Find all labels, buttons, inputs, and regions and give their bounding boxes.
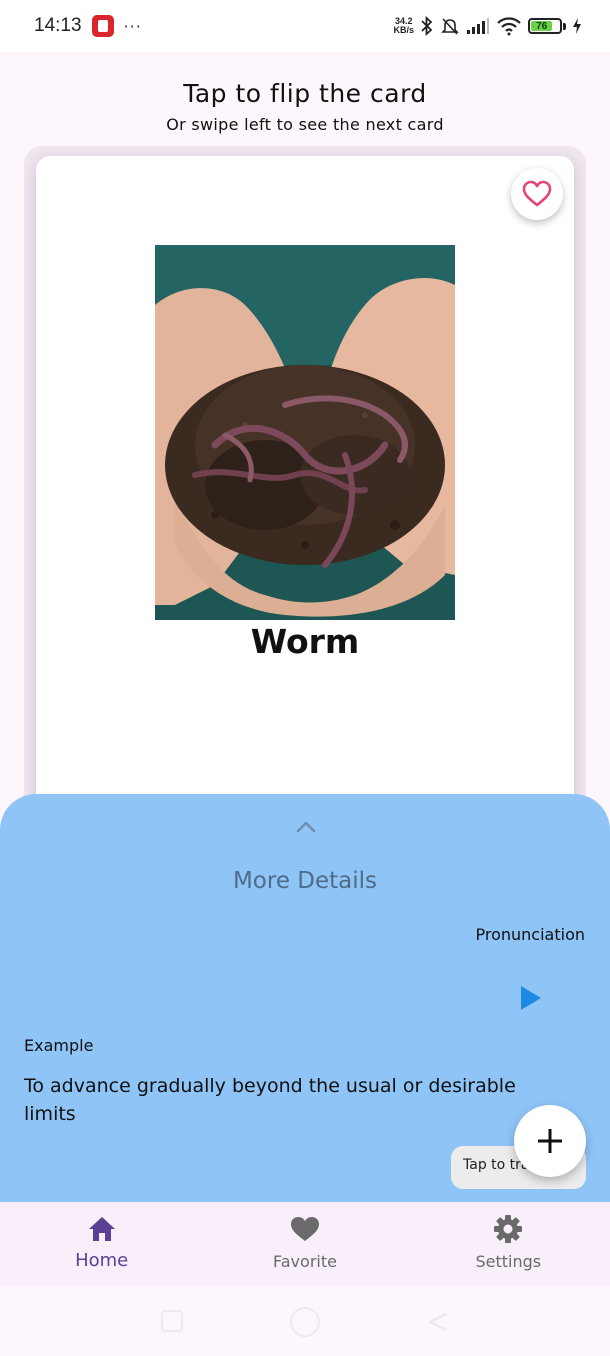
page-title: Tap to flip the card — [183, 79, 427, 108]
example-text: To advance gradually beyond the usual or… — [24, 1075, 516, 1125]
status-time: 14:13 — [34, 15, 82, 36]
bottom-navigation: Home Favorite Settings — [0, 1202, 610, 1286]
favorite-button[interactable] — [511, 168, 563, 220]
network-speed-unit: KB/s — [393, 25, 414, 35]
card-image — [155, 245, 455, 620]
pronunciation-label: Pronunciation — [475, 925, 586, 944]
page-subtitle: Or swipe left to see the next card — [166, 115, 444, 134]
nav-label-favorite: Favorite — [273, 1252, 337, 1271]
back-button[interactable] — [426, 1310, 450, 1334]
status-right: 34.2 KB/s 76 — [393, 16, 582, 36]
flashcard-screen: 14:13 ··· 34.2 KB/s 76 Tap to flip the c… — [0, 0, 610, 1356]
play-pronunciation-button[interactable] — [519, 984, 543, 1012]
nav-item-home[interactable]: Home — [0, 1202, 203, 1286]
status-left: 14:13 ··· — [34, 15, 142, 37]
mute-bell-icon — [441, 18, 459, 35]
nav-item-settings[interactable]: Settings — [407, 1202, 610, 1286]
home-icon — [87, 1214, 117, 1244]
example-label: Example — [24, 1036, 94, 1055]
battery-level: 76 — [531, 21, 553, 32]
add-button[interactable] — [514, 1105, 586, 1177]
gear-icon — [493, 1214, 523, 1244]
wifi-icon — [497, 17, 521, 36]
nav-label-home: Home — [75, 1250, 129, 1271]
heart-icon — [290, 1214, 320, 1244]
plus-icon — [538, 1129, 562, 1153]
signal-icon — [467, 18, 489, 34]
heart-outline-icon — [522, 180, 552, 207]
chevron-up-icon[interactable] — [295, 820, 317, 834]
recent-apps-button[interactable] — [161, 1310, 183, 1332]
network-speed: 34.2 KB/s — [393, 17, 414, 35]
nav-label-settings: Settings — [475, 1252, 542, 1271]
app-notification-icon — [91, 15, 114, 37]
more-notifications-icon: ··· — [123, 16, 142, 36]
details-title: More Details — [232, 868, 378, 894]
card-word: Worm — [250, 622, 360, 661]
nav-item-favorite[interactable]: Favorite — [203, 1202, 406, 1286]
bluetooth-icon — [421, 16, 433, 36]
status-bar: 14:13 ··· 34.2 KB/s 76 — [0, 0, 610, 52]
worm-photo — [155, 245, 455, 620]
home-system-button[interactable] — [290, 1307, 320, 1337]
battery-indicator: 76 — [528, 18, 566, 34]
charging-icon — [573, 18, 581, 34]
